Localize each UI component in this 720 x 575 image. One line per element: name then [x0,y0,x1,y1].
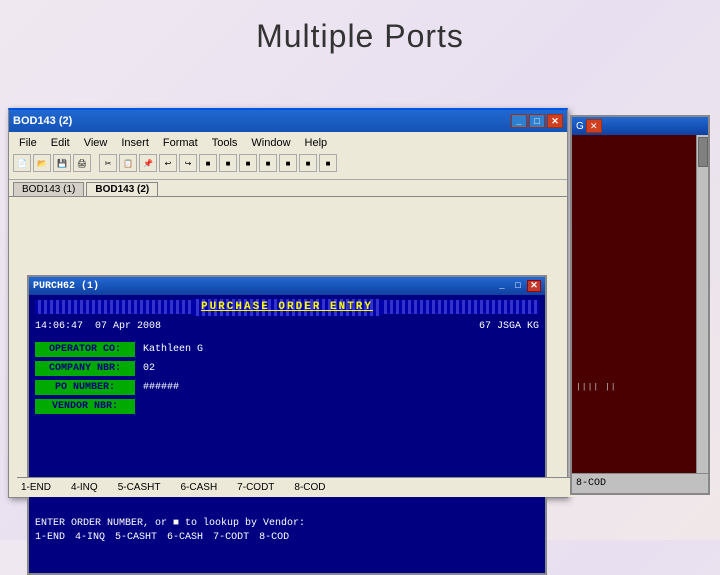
tab-1[interactable]: BOD143 (1) [13,182,84,196]
close-button[interactable]: ✕ [547,114,563,128]
menu-view[interactable]: View [78,136,114,150]
main-window-titlebar: BOD143 (2) _ □ ✕ [9,110,567,132]
right-status-8cod: 8-COD [576,478,606,489]
function-keys: 1-END 4-INQ 5-CASHT 6-CASH 7-CODT 8-COD [35,530,289,545]
terminal-header-text: PURCHASE ORDER ENTRY [193,299,381,316]
terminal-content: PURCHASE ORDER ENTRY 14:06:47 07 Apr 200… [29,295,545,573]
company-value: 02 [143,361,155,376]
vendor-label: VENDOR NBR: [35,399,135,414]
right-window-title: G [576,121,584,132]
fkey-1end[interactable]: 1-END [35,530,65,545]
menu-tools[interactable]: Tools [206,136,244,150]
main-window: BOD143 (2) _ □ ✕ File Edit View Insert F… [8,108,568,498]
operator-value: Kathleen G [143,342,203,357]
tb-b1[interactable]: ■ [199,154,217,172]
status-1end[interactable]: 1-END [21,482,51,493]
right-close-btn[interactable]: ✕ [586,119,602,133]
tb-open[interactable]: 📂 [33,154,51,172]
menu-edit[interactable]: Edit [45,136,76,150]
maximize-button[interactable]: □ [529,114,545,128]
po-label: PO NUMBER: [35,380,135,395]
fkey-4inq[interactable]: 4-INQ [75,530,105,545]
field-company: COMPANY NBR: 02 [35,361,539,376]
tb-cut[interactable]: ✂ [99,154,117,172]
tb-b3[interactable]: ■ [239,154,257,172]
po-value: ###### [143,380,179,395]
right-content: |||| || [572,135,708,396]
operator-label: OPERATOR CO: [35,342,135,357]
field-vendor: VENDOR NBR: [35,399,539,414]
scroll-indicator: |||| || [576,383,617,392]
menu-format[interactable]: Format [157,136,204,150]
menu-help[interactable]: Help [299,136,334,150]
scroll-area[interactable] [696,135,708,493]
tb-copy[interactable]: 📋 [119,154,137,172]
tb-undo[interactable]: ↩ [159,154,177,172]
tb-b2[interactable]: ■ [219,154,237,172]
time-display: 14:06:47 07 Apr 2008 [35,319,161,334]
operator-display: 67 JSGA KG [479,319,539,334]
status-8cod[interactable]: 8-COD [294,482,325,493]
tb-b7[interactable]: ■ [319,154,337,172]
terminal-title: PURCH62 (1) [33,281,493,292]
main-window-title: BOD143 (2) [13,115,509,127]
terminal-titlebar: PURCH62 (1) _ □ ✕ [29,277,545,295]
field-operator: OPERATOR CO: Kathleen G [35,342,539,357]
tb-b4[interactable]: ■ [259,154,277,172]
status-6cash[interactable]: 6-CASH [180,482,217,493]
terminal-window: PURCH62 (1) _ □ ✕ PURCHASE ORDER ENTRY 1… [27,275,547,575]
toolbar-buttons: 📄 📂 💾 🖨 ✂ 📋 📌 ↩ ↪ ■ ■ ■ ■ ■ ■ ■ [13,152,563,174]
right-window-titlebar: G ✕ [572,117,708,135]
menu-insert[interactable]: Insert [115,136,155,150]
fkey-8cod[interactable]: 8-COD [259,530,289,545]
tb-print[interactable]: 🖨 [73,154,91,172]
slide-title: Multiple Ports [0,0,720,65]
menu-file[interactable]: File [13,136,43,150]
enter-line: ENTER ORDER NUMBER, or ■ to lookup by Ve… [35,516,305,531]
menu-window[interactable]: Window [245,136,296,150]
tb-paste[interactable]: 📌 [139,154,157,172]
fkey-5casht[interactable]: 5-CASHT [115,530,157,545]
tb-new[interactable]: 📄 [13,154,31,172]
tb-save[interactable]: 💾 [53,154,71,172]
status-4inq[interactable]: 4-INQ [71,482,98,493]
fkey-7codt[interactable]: 7-CODT [213,530,249,545]
tb-redo[interactable]: ↪ [179,154,197,172]
scroll-thumb[interactable] [698,137,708,167]
bottom-status-bar: 1-END 4-INQ 5-CASHT 6-CASH 7-CODT 8-COD [17,477,577,497]
tb-b6[interactable]: ■ [299,154,317,172]
tb-b5[interactable]: ■ [279,154,297,172]
tab-2[interactable]: BOD143 (2) [86,182,158,196]
status-5casht[interactable]: 5-CASHT [118,482,161,493]
fkey-6cash[interactable]: 6-CASH [167,530,203,545]
minimize-button[interactable]: _ [511,114,527,128]
field-po: PO NUMBER: ###### [35,380,539,395]
right-window: G ✕ |||| || 8-COD [570,115,710,495]
status-7codt[interactable]: 7-CODT [237,482,274,493]
time-line: 14:06:47 07 Apr 2008 67 JSGA KG [35,319,539,334]
toolbar-area: File Edit View Insert Format Tools Windo… [9,132,567,180]
terminal-maximize-btn[interactable]: □ [511,280,525,292]
tab-bar: BOD143 (1) BOD143 (2) [9,180,567,197]
terminal-minimize-btn[interactable]: _ [495,280,509,292]
menu-bar: File Edit View Insert Format Tools Windo… [13,134,563,152]
tb-sep [93,154,97,172]
terminal-close-btn[interactable]: ✕ [527,280,541,292]
company-label: COMPANY NBR: [35,361,135,376]
